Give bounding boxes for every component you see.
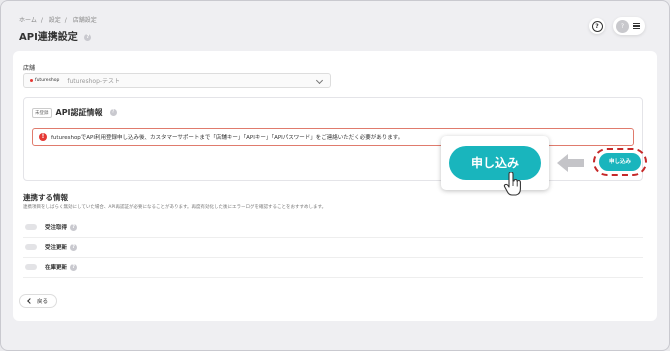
- sync-item-label: 受注更新: [45, 245, 68, 251]
- help-icon[interactable]: ?: [70, 223, 78, 231]
- store-select[interactable]: futureshop futureshop-テスト: [23, 73, 331, 88]
- futureshop-badge-label: futureshop: [35, 78, 60, 83]
- auth-title: API認証情報: [55, 108, 103, 117]
- chevron-left-icon: [27, 298, 33, 304]
- sync-item-label: 在庫更新: [45, 265, 68, 271]
- store-selected-value: futureshop-テスト: [67, 78, 121, 85]
- hand-cursor-icon: [503, 172, 521, 196]
- alert-text: futureshopでAPI利用登録申し込み後、カスタマーサポートまで「店舗キー…: [51, 135, 404, 141]
- page-title-wrap: API連携設定 ?: [19, 28, 92, 43]
- header-actions: ? ?: [589, 17, 645, 35]
- status-badge: 未登録: [32, 107, 52, 118]
- user-menu-button[interactable]: ?: [613, 17, 645, 35]
- avatar: ?: [616, 19, 629, 33]
- brand-dot-icon: [30, 79, 33, 82]
- auth-header: 未登録 API認証情報 ?: [32, 107, 117, 118]
- breadcrumb-settings[interactable]: 設定: [49, 17, 61, 24]
- help-icon[interactable]: ?: [109, 109, 117, 116]
- sync-description: 連携項目をしばらく無効にしていた場合、API再認証が必要になることがあります。再…: [23, 205, 327, 210]
- zoom-callout: 申し込み: [441, 136, 549, 190]
- page-title: API連携設定: [19, 32, 78, 43]
- help-icon[interactable]: ?: [70, 243, 78, 251]
- chevron-down-icon: [315, 76, 324, 85]
- back-button[interactable]: 戻る: [19, 294, 57, 308]
- auth-section: 未登録 API認証情報 ? ! futureshopでAPI利用登録申し込み後、…: [23, 97, 643, 181]
- app-window: ホーム / 設定 / 店舗設定 API連携設定 ? ? ? 店舗 futuresho…: [0, 0, 670, 351]
- breadcrumb-home[interactable]: ホーム: [19, 17, 37, 24]
- help-button[interactable]: ?: [589, 18, 605, 34]
- help-icon[interactable]: ?: [84, 33, 92, 41]
- alert-icon: !: [39, 133, 47, 141]
- sync-title: 連携する情報: [23, 193, 68, 202]
- apply-button[interactable]: 申し込み: [599, 153, 641, 171]
- sync-item-order-update: 受注更新 ?: [23, 237, 643, 258]
- toggle-switch[interactable]: [25, 244, 37, 250]
- back-label: 戻る: [36, 299, 48, 305]
- help-icon[interactable]: ?: [70, 263, 78, 271]
- sync-item-label: 受注取得: [45, 225, 68, 231]
- apply-button-zoomed[interactable]: 申し込み: [449, 146, 541, 180]
- question-icon: ?: [591, 20, 603, 32]
- store-label: 店舗: [23, 65, 36, 72]
- sync-item-order-fetch: 受注取得 ?: [23, 217, 643, 238]
- breadcrumb-store-settings: 店舗設定: [72, 17, 97, 24]
- menu-icon: [633, 22, 640, 31]
- settings-card: 店舗 futureshop futureshop-テスト 未登録 API認証情報…: [13, 51, 657, 321]
- sync-item-stock-update: 在庫更新 ?: [23, 257, 643, 278]
- toggle-switch[interactable]: [25, 264, 37, 270]
- breadcrumb: ホーム / 設定 / 店舗設定: [19, 17, 97, 24]
- futureshop-badge: futureshop: [30, 78, 59, 83]
- toggle-switch[interactable]: [25, 224, 37, 230]
- arrow-left-icon: [557, 154, 584, 172]
